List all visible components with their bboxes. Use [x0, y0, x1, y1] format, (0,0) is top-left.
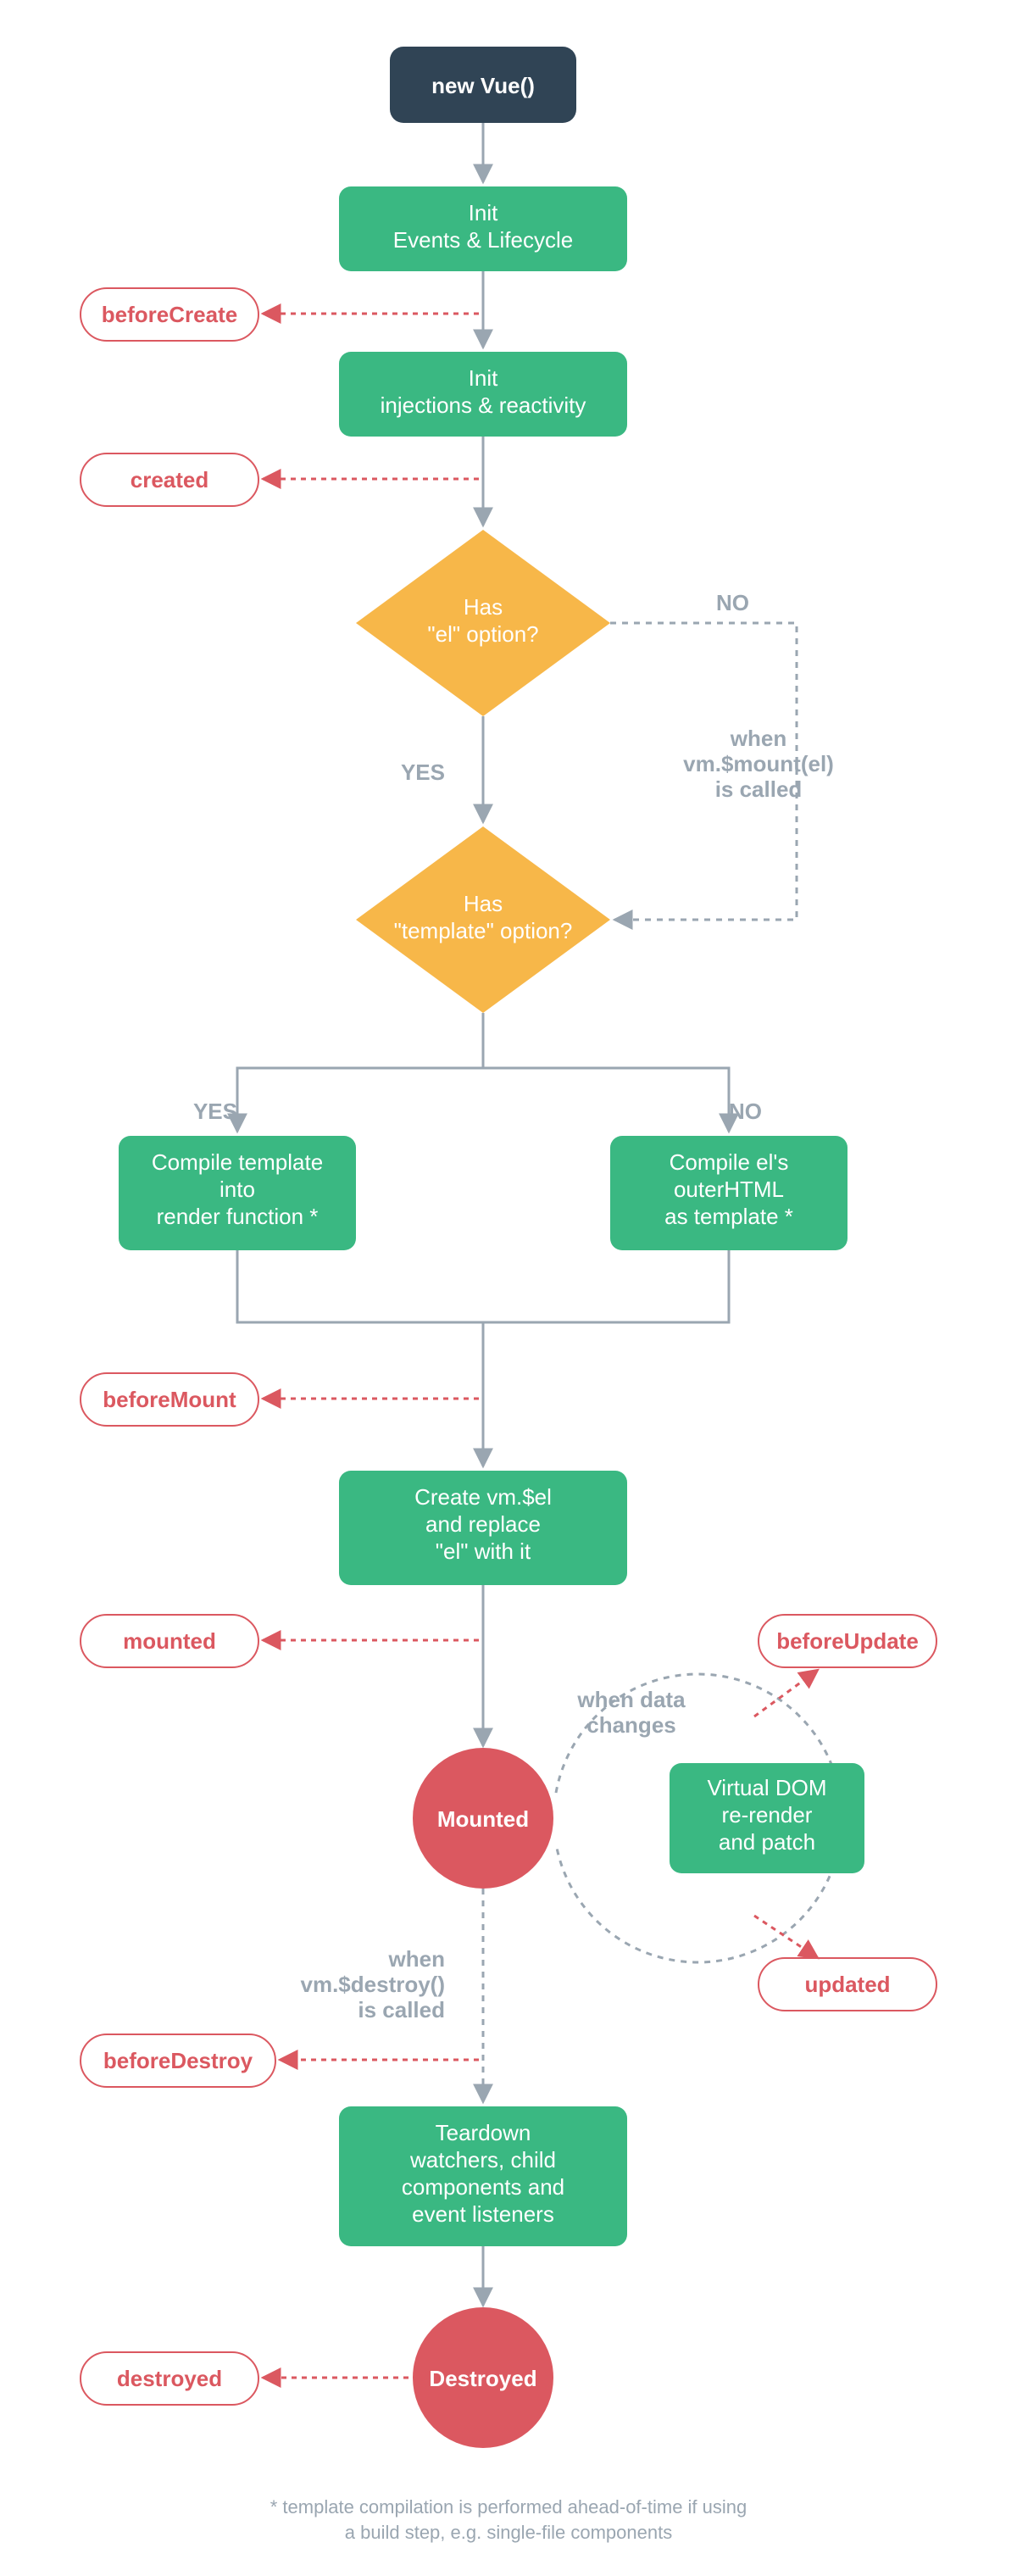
hook-beforeCreate-label: beforeCreate: [102, 302, 237, 327]
split-right: [483, 1068, 729, 1132]
hook-mounted-label: mounted: [123, 1628, 216, 1654]
ce-l1: Compile el's: [670, 1149, 789, 1175]
footnote-l1: * template compilation is performed ahea…: [270, 2496, 747, 2518]
whenDestroy-l3: is called: [358, 1997, 445, 2022]
vd-l1: Virtual DOM: [707, 1775, 826, 1800]
yes2-label: YES: [193, 1099, 237, 1124]
hasel-l2: "el" option?: [427, 621, 538, 647]
td-l3: components and: [402, 2174, 564, 2200]
ct-l2: into: [220, 1177, 255, 1202]
whenDestroy-l2: vm.$destroy(): [301, 1972, 446, 1997]
whenMount-l2: vm.$mount(el): [683, 751, 834, 776]
hastpl-l2: "template" option?: [394, 918, 573, 943]
start-label: new Vue(): [431, 73, 535, 98]
ct-l3: render function *: [157, 1204, 319, 1229]
vd-l3: and patch: [719, 1829, 815, 1855]
hasel-l1: Has: [464, 594, 503, 620]
destroyed-circle-label: Destroyed: [429, 2366, 536, 2391]
whenData-l2: changes: [586, 1712, 676, 1738]
mounted-circle-label: Mounted: [437, 1806, 529, 1832]
ct-l1: Compile template: [152, 1149, 323, 1175]
whenDestroy-l1: when: [388, 1946, 445, 1972]
init-react-l2: injections & reactivity: [381, 392, 586, 418]
split-left: [237, 1013, 483, 1132]
no2-label: NO: [729, 1099, 762, 1124]
hook-line: [754, 1916, 818, 1958]
init-events-l1: Init: [469, 200, 498, 225]
merge-line: [237, 1250, 729, 1322]
hook-beforeUpdate-label: beforeUpdate: [776, 1628, 919, 1654]
yes-label: YES: [401, 759, 445, 785]
no-label: NO: [716, 590, 749, 615]
hook-destroyed-label: destroyed: [117, 2366, 222, 2391]
cvm-l1: Create vm.$el: [414, 1484, 552, 1510]
whenData-l1: when data: [576, 1687, 686, 1712]
whenMount-l1: when: [730, 726, 786, 751]
hook-line: [754, 1670, 818, 1716]
hook-beforeDestroy-label: beforeDestroy: [103, 2048, 253, 2073]
hook-updated-label: updated: [804, 1972, 890, 1997]
hastpl-l1: Has: [464, 891, 503, 916]
vd-l2: re-render: [722, 1802, 813, 1828]
footnote-l2: a build step, e.g. single-file component…: [345, 2522, 672, 2543]
init-events-l2: Events & Lifecycle: [393, 227, 573, 253]
ce-l2: outerHTML: [674, 1177, 784, 1202]
cvm-l2: and replace: [425, 1511, 541, 1537]
td-l2: watchers, child: [409, 2147, 556, 2173]
hook-beforeMount-label: beforeMount: [103, 1387, 236, 1412]
init-react-l1: Init: [469, 365, 498, 391]
cvm-l3: "el" with it: [436, 1538, 531, 1564]
vue-lifecycle-diagram: new Vue() Init Events & Lifecycle before…: [0, 0, 1017, 2576]
ce-l3: as template *: [664, 1204, 793, 1229]
whenMount-l3: is called: [715, 776, 803, 802]
hook-created-label: created: [131, 467, 209, 492]
td-l4: event listeners: [412, 2201, 554, 2227]
td-l1: Teardown: [436, 2120, 531, 2145]
